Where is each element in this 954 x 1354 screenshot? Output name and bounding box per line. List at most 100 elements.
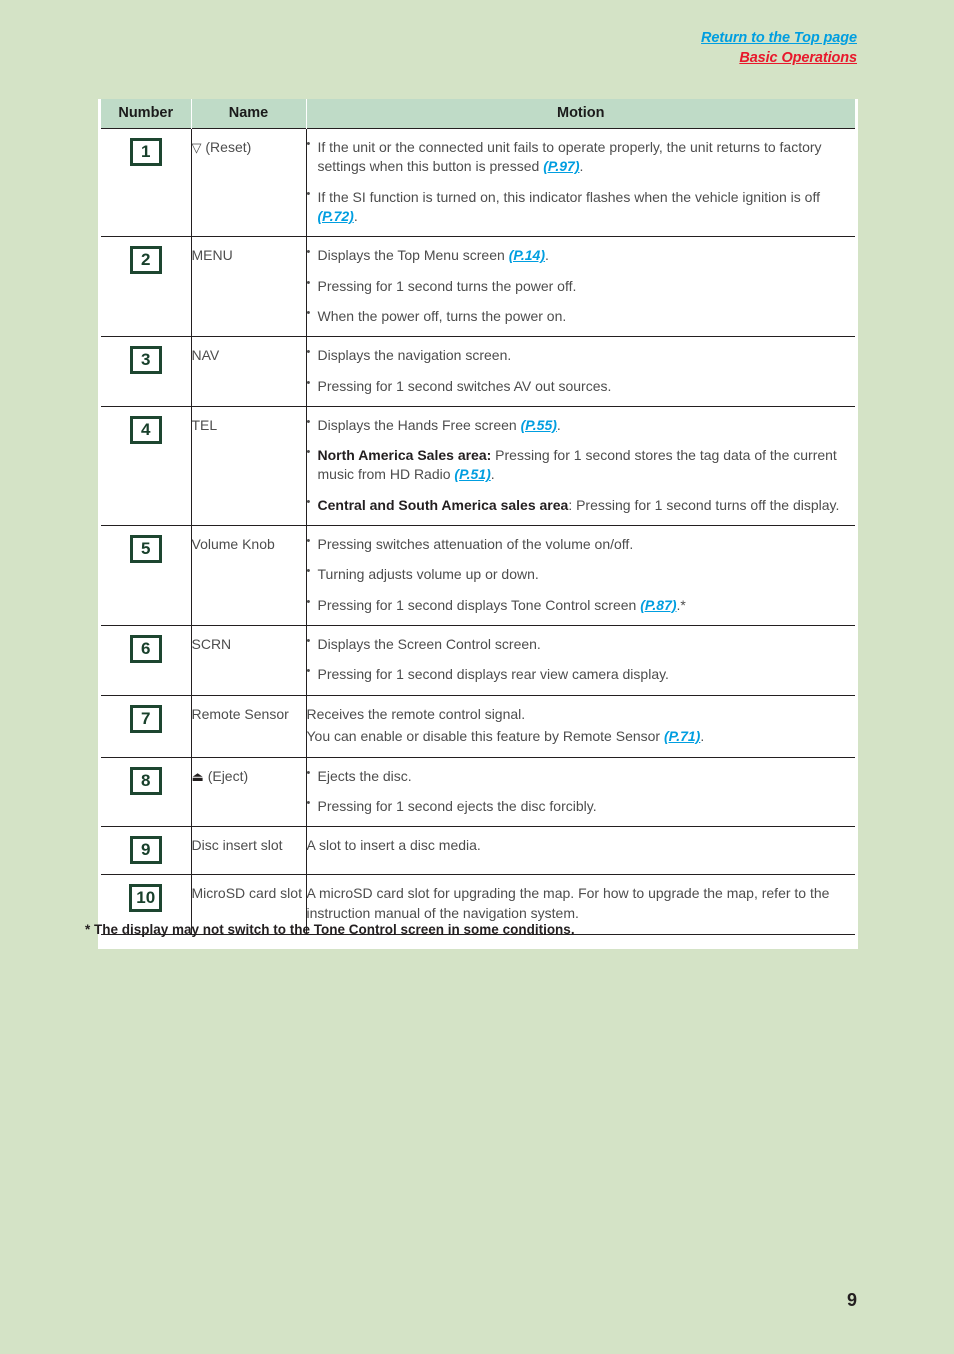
table-row: 5 Volume Knob Pressing switches attenuatio… xyxy=(101,525,856,626)
row-name-label: (Eject) xyxy=(207,767,249,784)
page-reference-link[interactable]: (P.14) xyxy=(509,247,545,263)
number-badge: 5 xyxy=(129,535,162,564)
table-row: 7 Remote Sensor Receives the remote contro… xyxy=(101,694,856,758)
page-reference-link[interactable]: (P.87) xyxy=(640,597,676,613)
motion-bullet-list: Displays the Top Menu screen (P.14). Pres… xyxy=(307,245,856,326)
page-reference-link[interactable]: (P.71) xyxy=(664,728,700,744)
motion-bullet-list: Displays the Screen Control screen. Press… xyxy=(307,634,856,685)
number-badge: 10 xyxy=(129,884,163,913)
motion-bullet-item: North America Sales area: Pressing for 1… xyxy=(307,445,856,485)
motion-bullet-item: Displays the Screen Control screen. xyxy=(307,634,856,654)
row-name-label: NAV xyxy=(191,347,220,364)
row-number-cell: 4 xyxy=(101,405,191,526)
table-row: 9 Disc insert slot A slot to insert a disc… xyxy=(101,826,856,875)
specification-table-card: Number Name Motion 1▽ (Reset)If the unit… xyxy=(98,99,858,949)
row-number-cell: 9 xyxy=(101,826,191,875)
motion-bullet-item: Displays the Top Menu screen (P.14). xyxy=(307,245,856,265)
row-name-label: Volume Knob xyxy=(191,536,275,553)
row-motion-cell: Ejects the disc. Pressing for 1 second ej… xyxy=(305,756,856,827)
row-motion-cell: If the unit or the connected unit fails … xyxy=(305,127,856,237)
basic-operations-link[interactable]: Basic Operations xyxy=(739,49,857,67)
motion-paragraph: You can enable or disable this feature b… xyxy=(306,728,705,745)
page-reference-link[interactable]: (P.97) xyxy=(543,158,579,174)
eject-icon: ⏏ xyxy=(191,768,204,784)
table-row: 3 NAV Displays the navigation screen. Press… xyxy=(101,336,856,407)
motion-bullet-item: Pressing for 1 second displays Tone Cont… xyxy=(307,595,856,615)
motion-bullet-item: Pressing for 1 second switches AV out so… xyxy=(307,375,856,396)
motion-bullet-item: Displays the Hands Free screen (P.55). xyxy=(307,415,856,435)
motion-bullet-list: Pressing switches attenuation of the vol… xyxy=(307,534,856,615)
number-badge: 8 xyxy=(129,766,162,795)
controls-specification-table: Number Name Motion 1▽ (Reset)If the unit… xyxy=(101,99,855,935)
row-name-cell: ▽ (Reset) xyxy=(190,127,306,237)
row-motion-cell: Displays the Hands Free screen (P.55). No… xyxy=(305,405,856,526)
row-name-cell: Disc insert slot xyxy=(190,826,306,875)
emphasis-text: North America Sales area: xyxy=(317,447,492,464)
reset-triangle-icon: ▽ xyxy=(191,140,202,155)
page-reference-link[interactable]: (P.51) xyxy=(454,466,490,482)
row-motion-cell: Displays the navigation screen. Pressing … xyxy=(305,336,856,407)
row-name-label: MENU xyxy=(191,247,233,264)
emphasis-text: Central and South America sales area xyxy=(317,496,569,513)
motion-paragraph: A microSD card slot for upgrading the ma… xyxy=(306,885,830,922)
row-name-label: (Reset) xyxy=(205,139,252,155)
motion-bullet-item: Pressing switches attenuation of the vol… xyxy=(307,534,856,554)
motion-bullet-item: When the power off, turns the power on. xyxy=(307,306,856,326)
footnote-text: * The display may not switch to the Tone… xyxy=(85,922,575,937)
motion-bullet-list: If the unit or the connected unit fails … xyxy=(307,137,856,227)
motion-bullet-list: Displays the Hands Free screen (P.55). No… xyxy=(307,415,856,515)
row-name-cell: ⏏ (Eject) xyxy=(190,756,306,827)
row-motion-cell: Pressing switches attenuation of the vol… xyxy=(305,525,856,626)
page-number: 9 xyxy=(846,1290,857,1310)
number-badge: 7 xyxy=(129,704,162,733)
header-links: Return to the Top page Basic Operations xyxy=(701,28,857,68)
table-body: 1▽ (Reset)If the unit or the connected u… xyxy=(101,127,856,935)
row-name-label: MicroSD card slot xyxy=(191,885,302,902)
row-name-label: SCRN xyxy=(191,636,232,652)
row-name-cell: TEL xyxy=(190,405,306,526)
row-number-cell: 1 xyxy=(101,127,191,237)
motion-paragraph: Receives the remote control signal. xyxy=(306,705,526,722)
motion-bullet-list: Displays the navigation screen. Pressing … xyxy=(307,345,856,396)
motion-bullet-item: Central and South America sales area: Pr… xyxy=(307,495,856,515)
number-badge: 2 xyxy=(129,246,162,275)
column-header-name: Name xyxy=(190,99,306,129)
motion-bullet-item: Pressing for 1 second displays rear view… xyxy=(307,664,856,684)
motion-bullet-item: Ejects the disc. xyxy=(307,766,856,786)
row-number-cell: 2 xyxy=(101,236,191,337)
page-reference-link[interactable]: (P.55) xyxy=(521,417,557,433)
table-header: Number Name Motion xyxy=(101,99,855,129)
table-row: 1▽ (Reset)If the unit or the connected u… xyxy=(101,127,856,237)
row-motion-cell: Displays the Screen Control screen. Press… xyxy=(305,625,856,696)
row-name-cell: Volume Knob xyxy=(190,525,306,626)
number-badge: 1 xyxy=(129,138,162,166)
row-name-cell: MENU xyxy=(190,236,306,337)
motion-bullet-item: If the SI function is turned on, this in… xyxy=(307,187,856,227)
motion-paragraphs: A slot to insert a disc media. xyxy=(307,836,856,856)
table-header-row: Number Name Motion xyxy=(101,99,855,129)
row-motion-cell: Displays the Top Menu screen (P.14). Pres… xyxy=(305,236,856,337)
row-name-label: Disc insert slot xyxy=(191,837,283,854)
motion-paragraph: A slot to insert a disc media. xyxy=(306,837,481,854)
column-header-motion: Motion xyxy=(305,99,855,129)
return-to-top-page-link[interactable]: Return to the Top page xyxy=(701,29,857,47)
motion-bullet-item: Turning adjusts volume up or down. xyxy=(307,564,856,584)
table-row: 8⏏ (Eject)Ejects the disc.Pressing for 1… xyxy=(101,756,856,827)
table-row: 4 TEL Displays the Hands Free screen (P.55… xyxy=(101,405,856,526)
number-badge: 9 xyxy=(129,836,162,865)
row-name-cell: Remote Sensor xyxy=(190,694,306,758)
row-name-cell: NAV xyxy=(190,336,306,407)
row-name-label: Remote Sensor xyxy=(191,705,289,722)
table-row: 2 MENU Displays the Top Menu screen (P.14)… xyxy=(101,236,856,337)
page-reference-link[interactable]: (P.72) xyxy=(318,208,354,224)
row-motion-cell: Receives the remote control signal. You c… xyxy=(305,694,856,758)
motion-bullet-item: Pressing for 1 second turns the power of… xyxy=(307,276,856,296)
row-number-cell: 3 xyxy=(101,336,191,407)
row-number-cell: 7 xyxy=(101,694,191,758)
row-number-cell: 6 xyxy=(101,625,191,696)
motion-paragraphs: Receives the remote control signal. You c… xyxy=(307,705,856,747)
number-badge: 4 xyxy=(129,415,162,444)
row-number-cell: 5 xyxy=(101,525,191,626)
motion-bullet-item: Displays the navigation screen. xyxy=(307,345,856,365)
number-badge: 3 xyxy=(129,346,162,375)
